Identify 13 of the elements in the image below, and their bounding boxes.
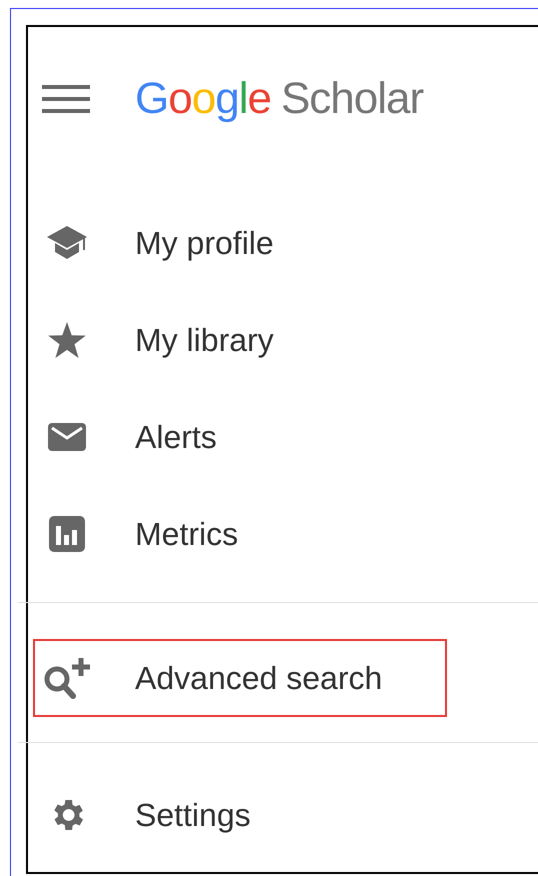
menu-item[interactable]: My library [33, 291, 447, 388]
menu-item[interactable]: Alerts [33, 388, 447, 485]
graduation-cap-icon [47, 226, 87, 260]
menu-item[interactable]: My profile [33, 194, 447, 291]
menu-item[interactable]: Advanced search [33, 639, 447, 717]
menu-icon[interactable] [42, 84, 90, 112]
logo[interactable]: Google Scholar [135, 76, 424, 120]
star-icon [48, 322, 86, 358]
menu-item[interactable]: Settings [33, 776, 447, 854]
menu-item[interactable]: Metrics [33, 485, 447, 582]
bar-chart-icon [49, 516, 85, 552]
search-plus-icon [43, 656, 91, 700]
envelope-icon [48, 422, 86, 450]
